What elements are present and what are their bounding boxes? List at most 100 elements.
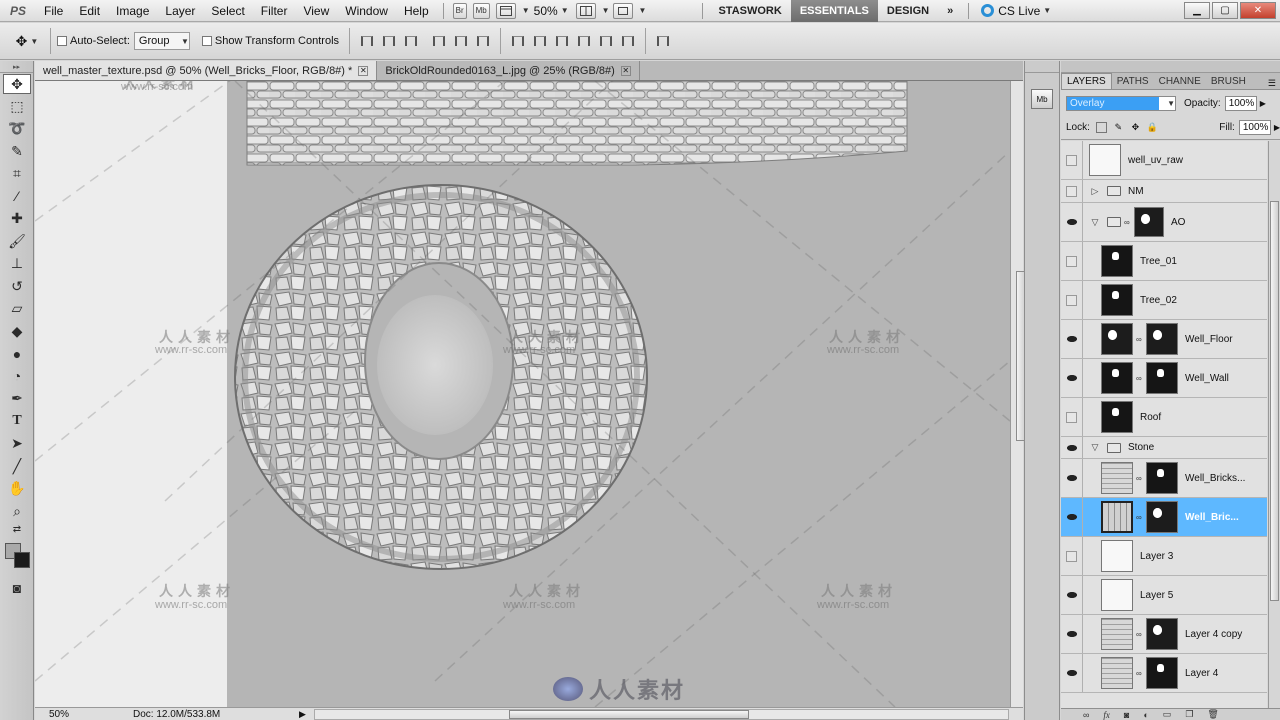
- layer-row[interactable]: Roof: [1061, 398, 1267, 437]
- menu-filter[interactable]: Filter: [253, 0, 296, 22]
- clone-stamp-tool-icon[interactable]: ⊥: [0, 253, 34, 276]
- menu-window[interactable]: Window: [337, 0, 396, 22]
- doc-tab-brick-old[interactable]: BrickOldRounded0163_L.jpg @ 25% (RGB/8#)…: [377, 61, 640, 80]
- swap-colors-icon[interactable]: ⇄: [0, 523, 34, 537]
- panel-menu-icon[interactable]: ☰: [1268, 78, 1276, 89]
- new-layer-icon[interactable]: ❐: [1185, 709, 1193, 720]
- mini-bridge-panel-button[interactable]: Mb: [1031, 89, 1053, 109]
- fill-slider-arrow-icon[interactable]: ▶: [1274, 123, 1280, 132]
- visibility-toggle[interactable]: [1061, 281, 1083, 319]
- distribute-right-icon[interactable]: [619, 32, 637, 50]
- path-selection-tool-icon[interactable]: ➤: [0, 433, 34, 456]
- show-transform-controls-checkbox[interactable]: Show Transform Controls: [201, 35, 339, 47]
- visibility-toggle[interactable]: [1061, 141, 1083, 179]
- canvas-area[interactable]: 人人素材 www.rr-sc.com 人人素材 www.rr-sc.com 人人…: [35, 81, 1010, 707]
- tool-preset-picker[interactable]: ✥ ▼: [10, 28, 44, 54]
- layer-group-row[interactable]: ▽ Stone: [1061, 437, 1267, 459]
- marquee-tool-icon[interactable]: ⬚: [0, 95, 34, 118]
- layers-scrollbar[interactable]: [1268, 141, 1280, 708]
- more-workspaces-button[interactable]: »: [938, 0, 962, 22]
- visibility-toggle[interactable]: [1061, 320, 1083, 358]
- visibility-toggle[interactable]: [1061, 459, 1083, 497]
- zoom-level-select[interactable]: 50% ▼: [530, 4, 573, 18]
- layer-row[interactable]: ∞ Well_Bricks...: [1061, 459, 1267, 498]
- eyedropper-tool-icon[interactable]: ⁄: [0, 185, 34, 208]
- panel-grip[interactable]: ▸▸: [0, 61, 33, 73]
- canvas-vertical-scrollbar[interactable]: [1010, 81, 1026, 707]
- close-button[interactable]: ✕: [1240, 2, 1276, 19]
- panel-grip[interactable]: [1061, 61, 1280, 73]
- distribute-hcenter-icon[interactable]: [597, 32, 615, 50]
- tab-paths[interactable]: PATHS: [1112, 73, 1154, 89]
- close-icon[interactable]: ✕: [620, 65, 631, 76]
- quick-mask-icon[interactable]: ◙: [0, 577, 34, 600]
- scrollbar-thumb[interactable]: [1270, 201, 1279, 601]
- menu-select[interactable]: Select: [203, 0, 252, 22]
- menu-layer[interactable]: Layer: [157, 0, 203, 22]
- paint-bucket-tool-icon[interactable]: ◆: [0, 320, 34, 343]
- chevron-down-icon[interactable]: ▼: [522, 6, 530, 15]
- delete-layer-icon[interactable]: 🗑: [1207, 709, 1218, 720]
- visibility-toggle[interactable]: [1061, 398, 1083, 436]
- line-tool-icon[interactable]: ╱: [0, 455, 34, 478]
- distribute-top-icon[interactable]: [509, 32, 527, 50]
- layer-group-row[interactable]: ▽ ∞ AO: [1061, 203, 1267, 242]
- lock-pixels-icon[interactable]: ✎: [1113, 122, 1124, 133]
- background-color-swatch[interactable]: [14, 551, 30, 568]
- menu-file[interactable]: File: [36, 0, 71, 22]
- menu-edit[interactable]: Edit: [71, 0, 108, 22]
- visibility-toggle[interactable]: [1061, 537, 1083, 575]
- align-bottom-icon[interactable]: [402, 32, 420, 50]
- distribute-bottom-icon[interactable]: [553, 32, 571, 50]
- lock-all-icon[interactable]: 🔒: [1147, 122, 1158, 133]
- bridge-button[interactable]: Br: [452, 2, 467, 19]
- healing-brush-tool-icon[interactable]: ✚: [0, 208, 34, 231]
- add-mask-icon[interactable]: ◙: [1124, 710, 1129, 720]
- layer-row[interactable]: ∞ Well_Floor: [1061, 320, 1267, 359]
- chevron-down-icon[interactable]: ▼: [602, 6, 610, 15]
- close-icon[interactable]: ✕: [358, 65, 369, 76]
- dodge-tool-icon[interactable]: ◔: [0, 365, 34, 388]
- maximize-button[interactable]: ▢: [1212, 2, 1238, 19]
- zoom-tool-icon[interactable]: ⌕: [0, 500, 34, 523]
- opacity-slider-arrow-icon[interactable]: ▶: [1260, 99, 1266, 108]
- pen-tool-icon[interactable]: ✒: [0, 388, 34, 411]
- type-tool-icon[interactable]: T: [0, 410, 34, 433]
- status-zoom[interactable]: 50%: [35, 709, 79, 720]
- collapse-triangle-icon[interactable]: ▽: [1089, 217, 1101, 228]
- layer-row[interactable]: ∞ Layer 4 copy: [1061, 615, 1267, 654]
- panel-grip[interactable]: [1025, 61, 1059, 73]
- layer-row[interactable]: Tree_02: [1061, 281, 1267, 320]
- align-hcenter-icon[interactable]: [452, 32, 470, 50]
- expand-triangle-icon[interactable]: ▷: [1089, 186, 1101, 197]
- eraser-tool-icon[interactable]: ▱: [0, 298, 34, 321]
- menu-view[interactable]: View: [295, 0, 337, 22]
- workspace-design[interactable]: DESIGN: [878, 0, 938, 22]
- minimize-button[interactable]: ▁: [1184, 2, 1210, 19]
- canvas-horizontal-scrollbar[interactable]: [313, 708, 1009, 720]
- layer-style-icon[interactable]: fx: [1103, 710, 1110, 720]
- align-top-icon[interactable]: [358, 32, 376, 50]
- align-left-icon[interactable]: [430, 32, 448, 50]
- lock-transparency-icon[interactable]: [1095, 122, 1107, 133]
- quick-selection-tool-icon[interactable]: ✎: [0, 140, 34, 163]
- brush-tool-icon[interactable]: 🖌: [0, 230, 34, 253]
- auto-align-layers-icon[interactable]: [654, 32, 672, 50]
- history-brush-tool-icon[interactable]: ↺: [0, 275, 34, 298]
- align-right-icon[interactable]: [474, 32, 492, 50]
- layer-row[interactable]: Layer 3: [1061, 537, 1267, 576]
- layer-row[interactable]: Layer 5: [1061, 576, 1267, 615]
- layer-row[interactable]: Tree_01: [1061, 242, 1267, 281]
- fill-field[interactable]: 100%: [1238, 120, 1271, 135]
- menu-help[interactable]: Help: [396, 0, 437, 22]
- auto-select-target-select[interactable]: Group ▼: [133, 32, 190, 50]
- layer-list[interactable]: well_uv_raw ▷ NM ▽ ∞ AO Tree_01 Tree_02: [1061, 141, 1267, 708]
- layer-row[interactable]: ∞ Layer 4: [1061, 654, 1267, 693]
- view-extras-button[interactable]: [495, 2, 516, 19]
- status-menu-arrow-icon[interactable]: ▶: [299, 709, 306, 720]
- collapse-triangle-icon[interactable]: ▽: [1089, 442, 1101, 453]
- auto-select-checkbox[interactable]: Auto-Select:: [57, 35, 130, 47]
- blur-tool-icon[interactable]: ●: [0, 343, 34, 366]
- doc-tab-well-master[interactable]: well_master_texture.psd @ 50% (Well_Bric…: [35, 61, 378, 80]
- chevron-down-icon[interactable]: ▼: [639, 6, 647, 15]
